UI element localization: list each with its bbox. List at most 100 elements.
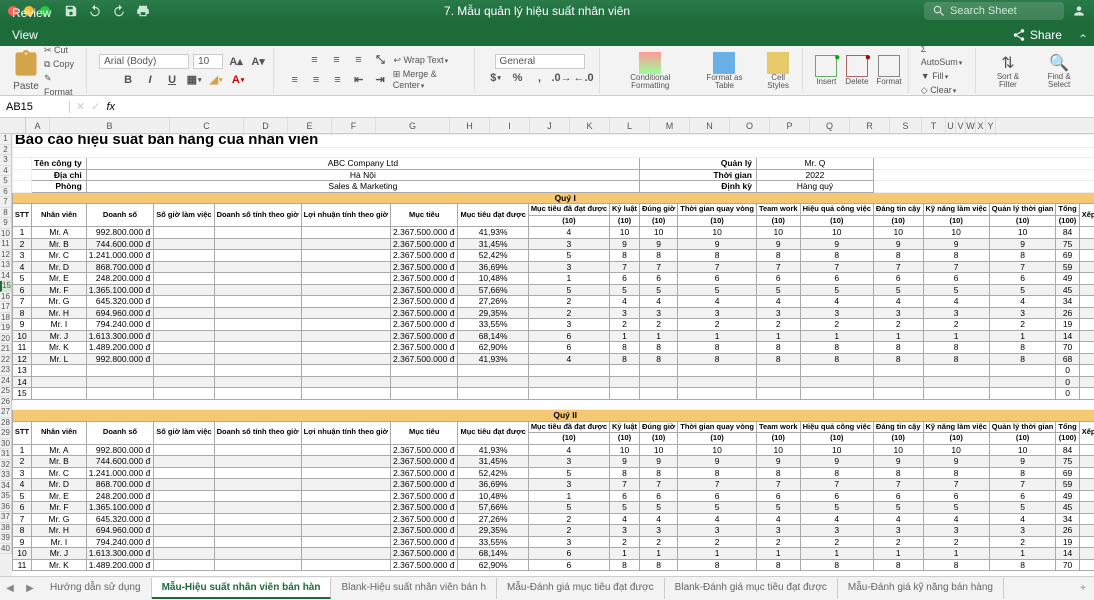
dept-label[interactable]: Phòng [32, 181, 87, 193]
col-target-achieved[interactable]: Mục tiêu đã đạt được [528, 421, 609, 433]
cell-styles-button[interactable]: Cell Styles [760, 52, 796, 90]
col-stt[interactable]: STT [12, 204, 31, 227]
search-sheet-input[interactable]: Search Sheet [924, 2, 1064, 20]
table-row[interactable]: 5 [12, 273, 31, 285]
manager-value[interactable]: Mr. Q [756, 158, 873, 170]
sheet-tab-0[interactable]: Hướng dẫn sử dụng [40, 578, 152, 599]
col-header-J[interactable]: J [530, 118, 570, 133]
row-header-5[interactable]: 5 [0, 176, 12, 187]
table-row[interactable]: 13 [12, 365, 31, 377]
row-header-32[interactable]: 32 [0, 460, 12, 471]
table-row[interactable]: 7 [12, 513, 31, 525]
row-header-25[interactable]: 25 [0, 386, 12, 397]
col-target[interactable]: Mục tiêu [391, 204, 458, 227]
print-icon[interactable] [136, 4, 150, 18]
fill-color-button[interactable]: ◢▾ [207, 71, 225, 89]
col-header-X[interactable]: X [976, 118, 986, 133]
col-hours[interactable]: Số giờ làm việc [154, 421, 214, 444]
font-color-button[interactable]: A▾ [229, 71, 247, 89]
col-stt[interactable]: STT [12, 421, 31, 444]
row-header-11[interactable]: 11 [0, 239, 12, 250]
cut-button[interactable]: ✂ Cut [44, 46, 80, 57]
col-target[interactable]: Mục tiêu [391, 421, 458, 444]
row-header-6[interactable]: 6 [0, 187, 12, 198]
decrease-decimal-icon[interactable]: ←.0 [575, 69, 593, 87]
time-label[interactable]: Thời gian [640, 169, 757, 181]
align-left-icon[interactable]: ≡ [286, 71, 303, 89]
col-performance[interactable]: Hiệu quả công việc [800, 421, 873, 433]
col-header-B[interactable]: B [50, 118, 170, 133]
delete-cells-button[interactable]: ●Delete [845, 55, 868, 86]
row-header-36[interactable]: 36 [0, 502, 12, 513]
row-header-12[interactable]: 12 [0, 250, 12, 261]
col-employee[interactable]: Nhân viên [32, 204, 87, 227]
tab-view[interactable]: View [0, 24, 91, 46]
table-row[interactable]: 2 [12, 238, 31, 250]
col-rank[interactable]: Xếp hạng [1079, 421, 1094, 444]
format-painter-button[interactable]: ✎ Format [44, 71, 80, 97]
row-header-10[interactable]: 10 [0, 229, 12, 240]
sort-filter-button[interactable]: ⇅Sort & Filter [988, 53, 1029, 89]
accept-formula-icon[interactable]: ✓ [91, 100, 100, 113]
company-label[interactable]: Tên công ty [32, 158, 87, 170]
row-header-31[interactable]: 31 [0, 449, 12, 460]
table-row[interactable]: 1 [12, 227, 31, 239]
increase-font-icon[interactable]: A▴ [227, 53, 245, 71]
col-ontime[interactable]: Đúng giờ [640, 421, 678, 433]
table-row[interactable]: 9 [12, 319, 31, 331]
table-row[interactable]: 1 [12, 444, 31, 456]
row-header-28[interactable]: 28 [0, 418, 12, 429]
tab-review[interactable]: Review [0, 2, 91, 24]
col-header-C[interactable]: C [170, 118, 244, 133]
col-header-M[interactable]: M [650, 118, 690, 133]
ribbon-collapse-icon[interactable]: ⌃ [1078, 32, 1088, 46]
row-header-33[interactable]: 33 [0, 470, 12, 481]
font-size-select[interactable]: 10 [193, 54, 223, 69]
period-value[interactable]: Hàng quý [756, 181, 873, 193]
row-header-29[interactable]: 29 [0, 428, 12, 439]
table-row[interactable]: 15 [12, 388, 31, 400]
row-header-15[interactable]: 15 [0, 281, 12, 292]
autosum-button[interactable]: Σ AutoSum▾ [921, 46, 969, 70]
sheet-tab-4[interactable]: Blank-Đánh giá mục tiêu đạt được [665, 578, 838, 599]
row-header-3[interactable]: 3 [0, 155, 12, 166]
col-trust[interactable]: Đáng tin cậy [873, 421, 923, 433]
col-teamwork[interactable]: Team work [756, 204, 800, 216]
table-row[interactable]: 11 [12, 342, 31, 354]
col-skill[interactable]: Kỹ năng làm việc [923, 204, 989, 216]
table-row[interactable]: 4 [12, 479, 31, 491]
format-as-table-button[interactable]: Format as Table [697, 52, 752, 90]
col-employee[interactable]: Nhân viên [32, 421, 87, 444]
fill-button[interactable]: ▼ Fill▾ [921, 70, 969, 84]
align-middle-icon[interactable]: ≡ [327, 51, 345, 69]
indent-right-icon[interactable]: ⇥ [371, 71, 388, 89]
quarter-2-header[interactable]: Quý II [12, 410, 1094, 422]
col-profit-hr[interactable]: Lợi nhuận tính theo giờ [301, 421, 390, 444]
sheet-nav-next[interactable]: ▶ [20, 583, 40, 594]
table-row[interactable]: 12 [12, 353, 31, 365]
row-header-20[interactable]: 20 [0, 334, 12, 345]
currency-icon[interactable]: $▾ [487, 69, 505, 87]
address-value[interactable]: Hà Nội [86, 169, 639, 181]
col-header-D[interactable]: D [244, 118, 288, 133]
row-header-9[interactable]: 9 [0, 218, 12, 229]
add-sheet-button[interactable]: + [1072, 579, 1094, 598]
row-header-16[interactable]: 16 [0, 292, 12, 303]
row-header-7[interactable]: 7 [0, 197, 12, 208]
row-header-39[interactable]: 39 [0, 533, 12, 544]
col-header-Q[interactable]: Q [810, 118, 850, 133]
col-header-E[interactable]: E [288, 118, 332, 133]
col-hours[interactable]: Số giờ làm việc [154, 204, 214, 227]
decrease-font-icon[interactable]: A▾ [249, 53, 267, 71]
align-top-icon[interactable]: ≡ [305, 51, 323, 69]
col-turnaround[interactable]: Thời gian quay vòng [678, 204, 757, 216]
col-total[interactable]: Tổng [1056, 421, 1079, 433]
col-teamwork[interactable]: Team work [756, 421, 800, 433]
row-header-24[interactable]: 24 [0, 376, 12, 387]
row-header-21[interactable]: 21 [0, 344, 12, 355]
col-header-W[interactable]: W [966, 118, 976, 133]
orientation-icon[interactable]: ⤡ [371, 51, 389, 69]
share-button[interactable]: Share [1002, 24, 1072, 46]
row-header-13[interactable]: 13 [0, 260, 12, 271]
sheet-tab-3[interactable]: Mẫu-Đánh giá mục tiêu đạt được [497, 578, 665, 599]
